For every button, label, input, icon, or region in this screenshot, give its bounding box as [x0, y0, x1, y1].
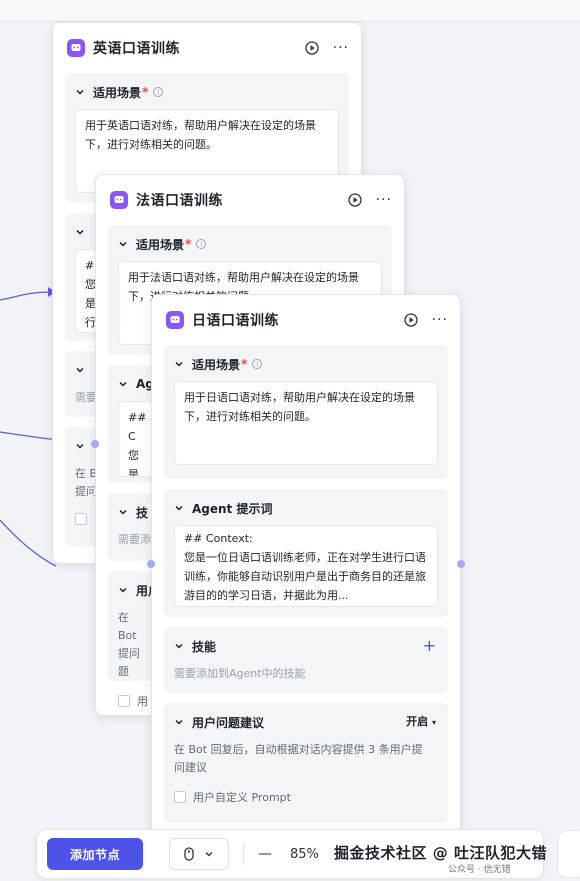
card-title: 日语口语训练	[192, 313, 279, 329]
section-label: 用户问题建议	[192, 715, 265, 730]
bot-icon	[166, 311, 184, 329]
custom-prompt-row[interactable]: 用户自定义 Prompt	[174, 789, 438, 805]
info-icon[interactable]: i	[196, 239, 207, 249]
side-control[interactable]	[557, 830, 580, 878]
caret-down-icon: ▾	[431, 718, 436, 727]
bot-icon	[67, 39, 85, 57]
chevron-down-icon[interactable]	[75, 227, 85, 237]
skills-placeholder: 需要添加到Agent中的技能	[174, 667, 306, 680]
suggest-desc-partial: 在 Bot 提问题	[118, 611, 140, 678]
custom-prompt-partial: 用	[137, 695, 148, 708]
scene-textarea[interactable]: 用于日语口语对练，帮助用户解决在设定的场景下，进行对练相关的问题。	[174, 381, 438, 465]
zoom-out-icon[interactable]: —	[258, 846, 272, 862]
add-skill-plus-icon[interactable]: +	[423, 636, 436, 655]
suggest-section: 用户问题建议 开启 ▾ 在 Bot 回复后，自动根据对话内容提供 3 条用户提问…	[164, 703, 448, 823]
info-icon[interactable]: i	[153, 87, 164, 97]
info-icon[interactable]: i	[252, 359, 263, 369]
output-port[interactable]	[147, 560, 155, 568]
watermark: 掘金技术社区 @ 吐汪队犯大错	[334, 842, 547, 863]
more-options-icon[interactable]: ···	[333, 40, 349, 56]
scene-section: 适用场景 * i 用于日语口语对练，帮助用户解决在设定的场景下，进行对练相关的问题…	[164, 345, 448, 479]
play-icon[interactable]	[304, 41, 319, 55]
chevron-down-icon[interactable]	[118, 507, 128, 517]
section-label-partial: 技	[136, 505, 149, 520]
card-header: 英语口语训练 ···	[53, 23, 361, 73]
chevron-down-icon[interactable]	[75, 365, 85, 375]
required-mark: *	[241, 357, 248, 371]
suggest-description: 在 Bot 回复后，自动根据对话内容提供 3 条用户提问建议	[174, 743, 423, 774]
chevron-down-icon[interactable]	[174, 641, 184, 651]
section-label: 适用场景	[192, 357, 241, 372]
zoom-level[interactable]: 85%	[290, 847, 319, 862]
toolbar-divider	[243, 843, 244, 865]
chevron-down-icon[interactable]	[174, 503, 184, 513]
wire-lower-2	[0, 519, 57, 567]
suggest-dropdown-value: 开启	[406, 715, 429, 728]
section-label: 技能	[192, 639, 217, 654]
required-mark: *	[142, 85, 149, 99]
chevron-down-icon[interactable]	[118, 585, 128, 595]
card-header: 法语口语训练 ···	[96, 175, 404, 225]
chevron-down-icon[interactable]	[75, 441, 85, 451]
input-port[interactable]	[91, 440, 99, 448]
watermark-text: 掘金技术社区 @ 吐汪队犯大错	[334, 844, 547, 862]
section-label: 适用场景	[93, 85, 142, 100]
skills-section: 技能 + 需要添加到Agent中的技能	[164, 627, 448, 693]
section-label: Agent 提示词	[192, 501, 273, 516]
chevron-down-icon[interactable]	[118, 379, 128, 389]
play-icon[interactable]	[403, 313, 418, 327]
card-title: 法语口语训练	[136, 193, 223, 209]
bot-icon	[110, 191, 128, 209]
play-icon[interactable]	[347, 193, 362, 207]
suggest-dropdown[interactable]: 开启 ▾	[406, 713, 436, 729]
chevron-down-icon	[205, 852, 213, 857]
mouse-icon	[184, 847, 194, 861]
custom-prompt-checkbox[interactable]	[174, 791, 186, 803]
card-title: 英语口语训练	[93, 41, 180, 57]
more-options-icon[interactable]: ···	[432, 312, 448, 328]
wire-to-english-node	[0, 291, 51, 301]
required-mark: *	[185, 237, 192, 251]
add-node-button[interactable]: 添加节点	[47, 838, 143, 870]
custom-prompt-checkbox[interactable]	[118, 695, 130, 707]
agent-section: Agent 提示词 ## Context: 您是一位日语口语训练老师，正在对学生…	[164, 489, 448, 617]
agent-prompt-textarea[interactable]: ## Context: 您是一位日语口语训练老师，正在对学生进行口语训练，你能够…	[174, 525, 438, 607]
chevron-down-icon[interactable]	[174, 359, 184, 369]
custom-prompt-label: 用户自定义 Prompt	[193, 791, 291, 804]
custom-prompt-checkbox[interactable]	[75, 513, 87, 525]
japanese-node-card[interactable]: 日语口语训练 ··· 适用场景 * i 用于日语口语对练，帮助用户解决在设定的场景…	[151, 294, 461, 834]
chevron-down-icon[interactable]	[174, 717, 184, 727]
watermark-secondary: 公众号 · 信无错	[448, 865, 511, 875]
more-options-icon[interactable]: ···	[376, 192, 392, 208]
chevron-down-icon[interactable]	[75, 87, 85, 97]
chevron-down-icon[interactable]	[118, 239, 128, 249]
section-label: 适用场景	[136, 237, 185, 252]
output-port[interactable]	[457, 560, 465, 568]
pointer-mode-select[interactable]	[169, 838, 229, 870]
card-header: 日语口语训练 ···	[152, 295, 460, 345]
